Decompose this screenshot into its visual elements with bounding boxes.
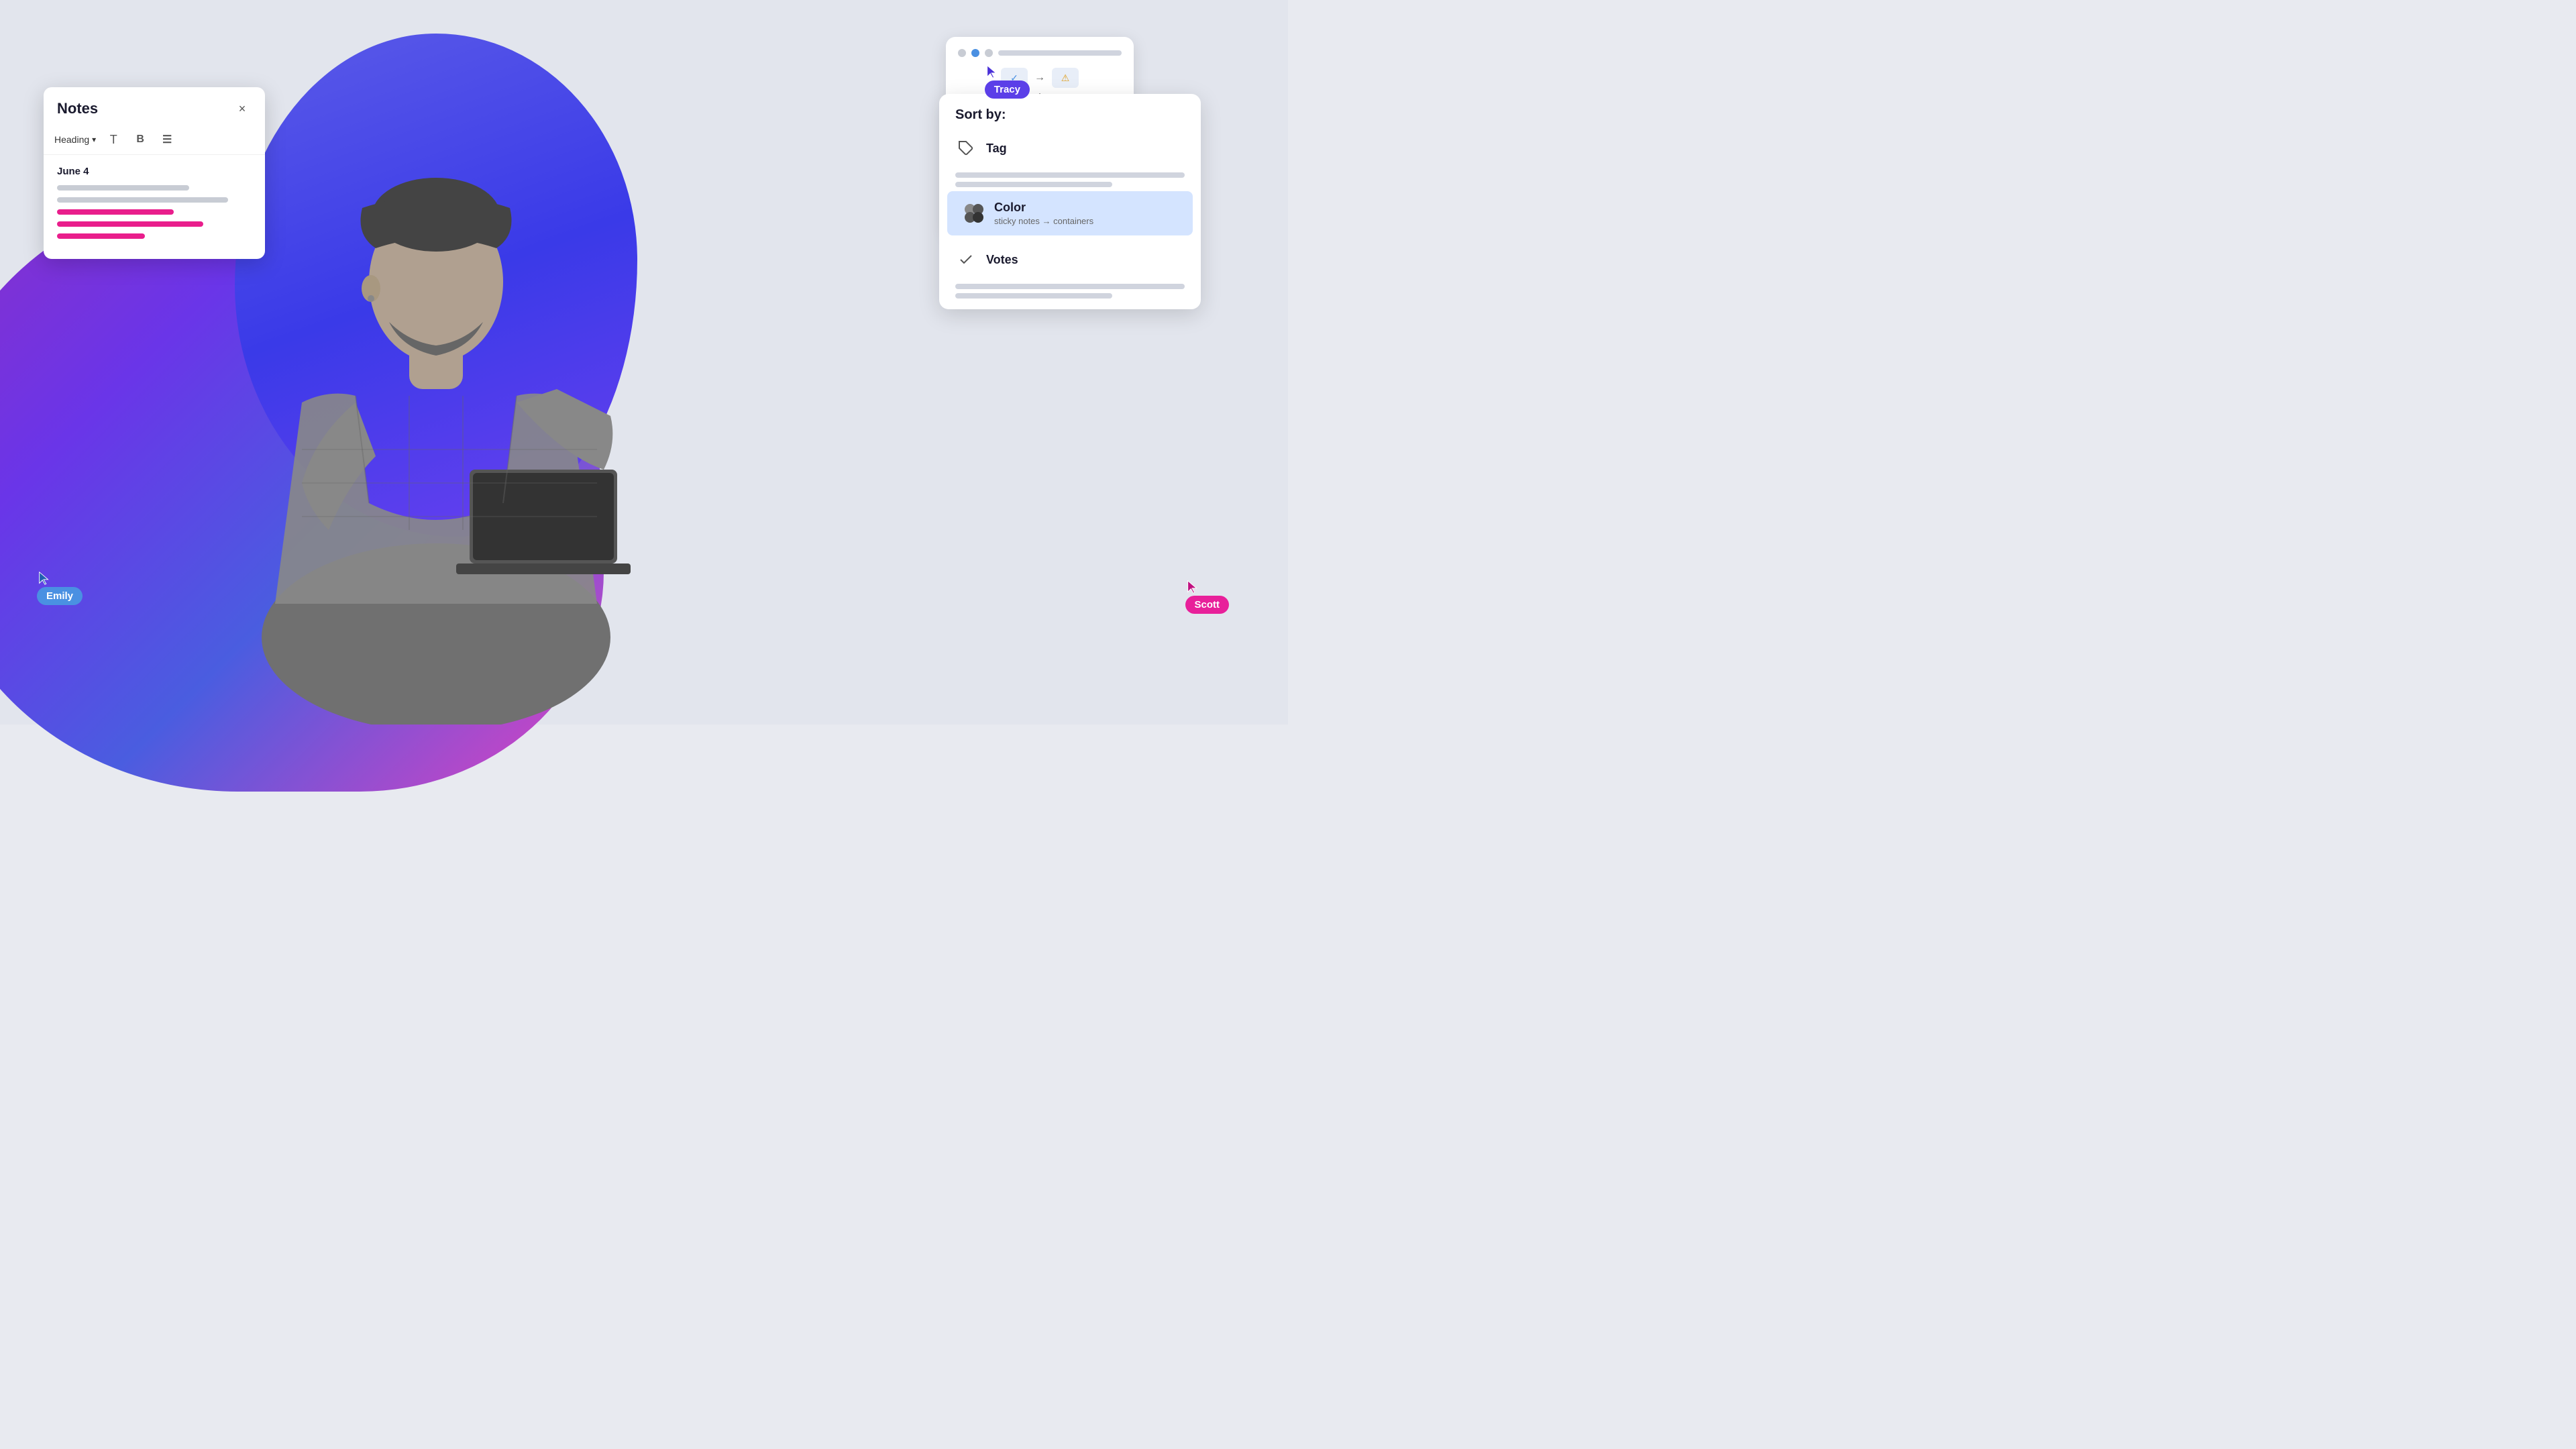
heading-dropdown[interactable]: Heading ▾ <box>54 134 96 145</box>
cursor-tracy: Tracy <box>985 64 1030 99</box>
scott-badge: Scott <box>1185 596 1230 614</box>
color-circles-icon <box>963 203 985 224</box>
tag-label: Tag <box>986 142 1007 156</box>
sort-item-tag[interactable]: Tag <box>939 128 1201 168</box>
cursor-arrow-icon <box>985 64 1000 79</box>
tag-icon <box>955 138 977 159</box>
cursor-scott: Scott <box>1185 580 1230 614</box>
sort-item-color[interactable]: Color sticky notes → containers <box>947 191 1193 235</box>
text-line-pink-1 <box>57 209 174 215</box>
text-line-1 <box>57 185 189 191</box>
cursor-arrow-icon-emily <box>37 571 52 586</box>
votes-icon <box>955 249 977 270</box>
notes-toolbar: Heading ▾ T B ☰ <box>44 125 265 155</box>
sort-item-votes[interactable]: Votes <box>939 239 1201 280</box>
diagram-dot-1 <box>958 49 966 57</box>
diagram-dot-2 <box>971 49 979 57</box>
arrow-right-icon: → <box>1034 72 1045 84</box>
notes-date: June 4 <box>57 166 252 177</box>
notes-panel: Notes × Heading ▾ T B ☰ June 4 <box>44 87 265 259</box>
sort-header: Sort by: <box>939 94 1201 128</box>
diagram-dot-3 <box>985 49 993 57</box>
sort-panel: Sort by: Tag Color sticky notes → contai… <box>939 94 1201 309</box>
diagram-topbar <box>958 49 1122 57</box>
sort-bottom-line-1 <box>955 284 1185 289</box>
color-subtext: sticky notes → containers <box>994 216 1093 226</box>
emily-badge: Emily <box>37 587 83 605</box>
notes-content: June 4 <box>44 155 265 259</box>
cursor-arrow-icon-scott <box>1185 580 1200 594</box>
tracy-badge: Tracy <box>985 80 1030 99</box>
bold-button[interactable]: B <box>131 130 150 149</box>
list-button[interactable]: ☰ <box>158 130 176 149</box>
text-line-pink-3 <box>57 233 145 239</box>
heading-label: Heading <box>54 134 89 145</box>
diagram-bar <box>998 50 1122 56</box>
warning-box-icon: ⚠ <box>1052 68 1079 88</box>
text-line-2 <box>57 197 228 203</box>
cursor-emily: Emily <box>37 571 83 605</box>
sort-divider-line-1 <box>955 172 1185 178</box>
sort-divider-line-2 <box>955 182 1112 187</box>
dropdown-arrow-icon: ▾ <box>92 135 96 144</box>
votes-label: Votes <box>986 253 1018 267</box>
color-item-content: Color sticky notes → containers <box>994 201 1093 226</box>
color-label: Color <box>994 201 1093 215</box>
text-format-button[interactable]: T <box>104 130 123 149</box>
notes-header: Notes × <box>44 87 265 125</box>
text-line-pink-2 <box>57 221 203 227</box>
close-button[interactable]: × <box>233 99 252 118</box>
notes-title: Notes <box>57 100 98 117</box>
sort-bottom-line-2 <box>955 293 1112 299</box>
